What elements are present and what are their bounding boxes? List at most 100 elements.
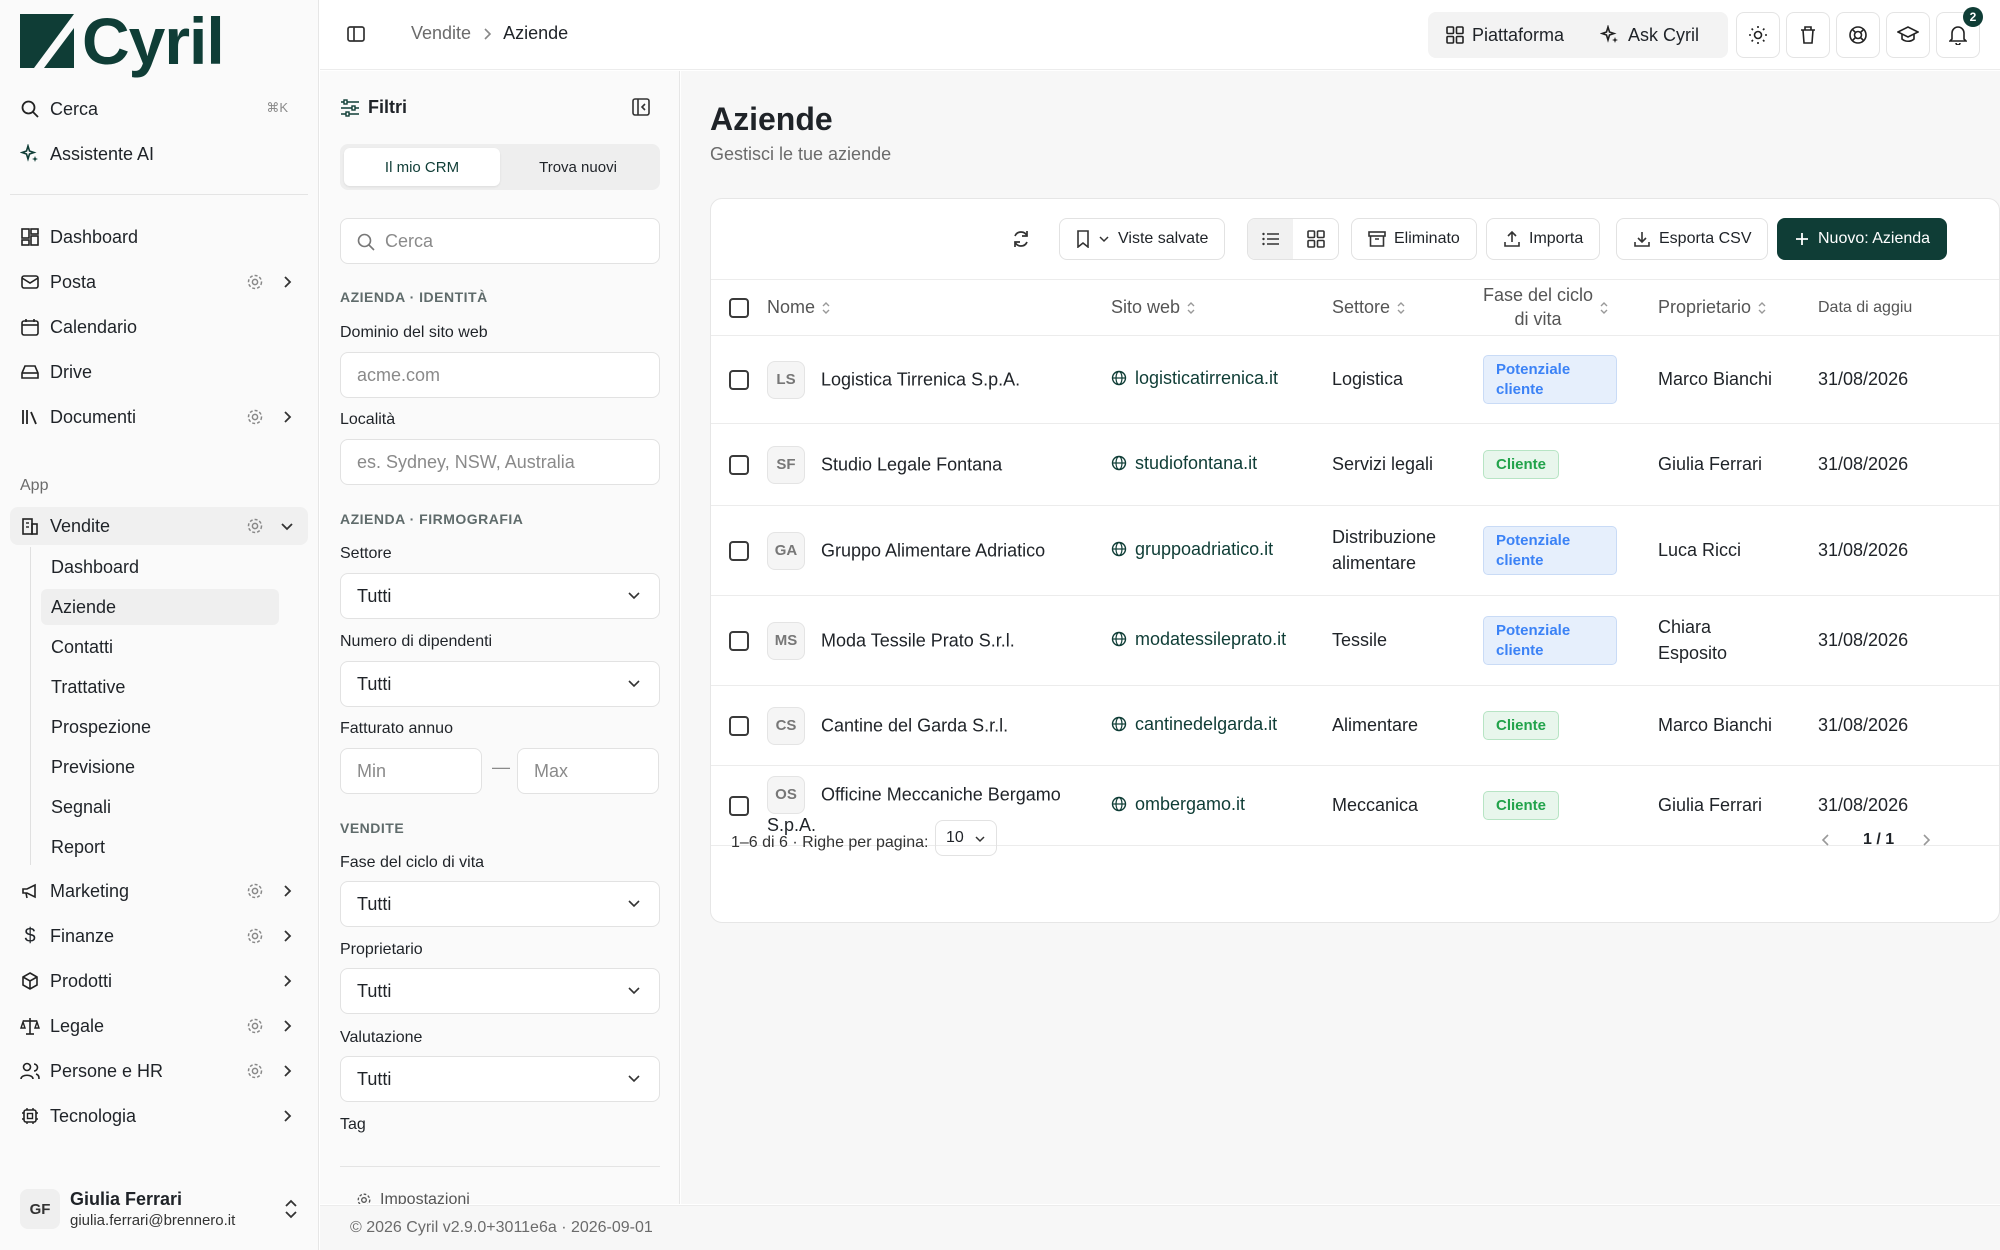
user-menu[interactable]: GF Giulia Ferrari giulia.ferrari@brenner… — [0, 1183, 319, 1243]
owner-select[interactable]: Tutti — [340, 968, 660, 1014]
sidebar-item-finance[interactable]: $ Finanze — [10, 917, 308, 955]
sidebar-item-sales[interactable]: Vendite — [10, 507, 308, 545]
sidebar-sub-dashboard[interactable]: Dashboard — [41, 549, 279, 585]
website-link[interactable]: gruppoadriatico.it — [1111, 539, 1273, 560]
employees-select[interactable]: Tutti — [340, 661, 660, 707]
breadcrumb-sales[interactable]: Vendite — [411, 23, 471, 44]
logo[interactable]: Cyril — [20, 8, 225, 74]
sidebar-sub-forecast[interactable]: Previsione — [41, 749, 279, 785]
row-checkbox[interactable] — [729, 630, 749, 651]
tab-find-new[interactable]: Trova nuovi — [500, 148, 656, 186]
sidebar-item-assistant[interactable]: Assistente AI — [10, 135, 308, 173]
sidebar-item-marketing[interactable]: Marketing — [10, 872, 308, 910]
sidebar-sub-prospecting[interactable]: Prospezione — [41, 709, 279, 745]
sidebar-sub-deals[interactable]: Trattative — [41, 669, 279, 705]
company-name-cell[interactable]: LS Logistica Tirrenica S.p.A. — [767, 335, 1111, 424]
company-name[interactable]: Logistica Tirrenica S.p.A. — [821, 369, 1020, 389]
rating-select[interactable]: Tutti — [340, 1056, 660, 1102]
select-all-checkbox[interactable] — [729, 297, 749, 318]
platform-button[interactable]: Piattaforma — [1428, 12, 1582, 58]
row-checkbox[interactable] — [729, 715, 749, 736]
refresh-icon[interactable] — [1011, 229, 1031, 249]
chevrons-up-down-icon[interactable] — [283, 1199, 299, 1219]
chevron-right-icon[interactable] — [278, 1017, 296, 1035]
company-name-cell[interactable]: MS Moda Tessile Prato S.r.l. — [767, 595, 1111, 686]
people-settings-gear-icon[interactable] — [246, 1062, 264, 1080]
sidebar-search[interactable]: Cerca ⌘K — [10, 90, 308, 128]
company-name[interactable]: Gruppo Alimentare Adriatico — [821, 540, 1045, 560]
sidebar-item-people[interactable]: Persone e HR — [10, 1052, 308, 1090]
finance-settings-gear-icon[interactable] — [246, 927, 264, 945]
column-header-name[interactable]: Nome — [767, 279, 1111, 336]
sidebar-sub-signals[interactable]: Segnali — [41, 789, 279, 825]
filter-settings-link[interactable]: Impostazioni — [356, 1191, 470, 1204]
sidebar-item-calendar[interactable]: Calendario — [10, 308, 308, 346]
sidebar-item-documents[interactable]: Documenti — [10, 398, 308, 436]
sidebar-item-mail[interactable]: Posta — [10, 263, 308, 301]
table-row[interactable]: MS Moda Tessile Prato S.r.l. modatessilepr… — [711, 595, 1999, 686]
legal-settings-gear-icon[interactable] — [246, 1017, 264, 1035]
column-header-lifecycle[interactable]: Fase del ciclo di vita — [1483, 279, 1658, 336]
revenue-max-input[interactable]: Max — [517, 748, 659, 794]
website-link[interactable]: modatessileprato.it — [1111, 629, 1286, 650]
tab-my-crm[interactable]: Il mio CRM — [344, 148, 500, 186]
company-name[interactable]: Cantine del Garda S.r.l. — [821, 715, 1008, 735]
table-row[interactable]: LS Logistica Tirrenica S.p.A. logisticatir… — [711, 335, 1999, 424]
new-company-button[interactable]: Nuovo: Azienda — [1777, 218, 1948, 260]
website-link[interactable]: cantinedelgarda.it — [1111, 714, 1277, 735]
trash-button[interactable] — [1786, 12, 1830, 58]
table-row[interactable]: SF Studio Legale Fontana studiofontana.it S… — [711, 423, 1999, 506]
chevron-right-icon[interactable] — [278, 273, 296, 291]
domain-input[interactable]: acme.com — [340, 352, 660, 398]
company-name-cell[interactable]: GA Gruppo Alimentare Adriatico — [767, 505, 1111, 596]
deleted-button[interactable]: Eliminato — [1351, 218, 1477, 260]
help-button[interactable] — [1836, 12, 1880, 58]
sidebar-sub-contacts[interactable]: Contatti — [41, 629, 279, 665]
sales-settings-gear-icon[interactable] — [246, 517, 264, 535]
mail-settings-gear-icon[interactable] — [246, 273, 264, 291]
row-checkbox[interactable] — [729, 540, 749, 561]
filter-search-input[interactable]: Cerca — [340, 218, 660, 264]
company-name[interactable]: Moda Tessile Prato S.r.l. — [821, 630, 1015, 650]
table-row[interactable]: GA Gruppo Alimentare Adriatico gruppoadria… — [711, 505, 1999, 596]
lifecycle-select[interactable]: Tutti — [340, 881, 660, 927]
import-button[interactable]: Importa — [1486, 218, 1601, 260]
company-name[interactable]: Studio Legale Fontana — [821, 454, 1002, 474]
chevron-right-icon[interactable] — [278, 1062, 296, 1080]
chevron-right-icon[interactable] — [278, 972, 296, 990]
academy-button[interactable] — [1886, 12, 1930, 58]
column-header-updated[interactable]: Data di aggiu — [1818, 279, 1999, 336]
chevron-right-icon[interactable] — [278, 882, 296, 900]
marketing-settings-gear-icon[interactable] — [246, 882, 264, 900]
sidebar-item-products[interactable]: Prodotti — [10, 962, 308, 1000]
list-view-button[interactable] — [1248, 219, 1293, 259]
next-page-icon[interactable] — [1919, 832, 1933, 848]
chevron-right-icon[interactable] — [278, 408, 296, 426]
company-name-cell[interactable]: CS Cantine del Garda S.r.l. — [767, 685, 1111, 766]
chevron-down-icon[interactable] — [278, 517, 296, 535]
export-csv-button[interactable]: Esporta CSV — [1616, 218, 1769, 260]
notifications-button[interactable]: 2 — [1936, 7, 1983, 58]
sidebar-item-dashboard[interactable]: Dashboard — [10, 218, 308, 256]
website-link[interactable]: studiofontana.it — [1111, 453, 1257, 474]
sidebar-item-drive[interactable]: Drive — [10, 353, 308, 391]
column-header-sector[interactable]: Settore — [1332, 279, 1483, 336]
revenue-min-input[interactable]: Min — [340, 748, 482, 794]
row-checkbox[interactable] — [729, 454, 749, 475]
sidebar-sub-reports[interactable]: Report — [41, 829, 279, 865]
ask-cyril-button[interactable]: Ask Cyril — [1582, 12, 1717, 58]
documents-settings-gear-icon[interactable] — [246, 408, 264, 426]
table-row[interactable]: CS Cantine del Garda S.r.l. cantinedelgard… — [711, 685, 1999, 766]
sidebar-toggle-icon[interactable] — [346, 24, 366, 44]
sidebar-item-tech[interactable]: Tecnologia — [10, 1097, 308, 1135]
prev-page-icon[interactable] — [1819, 832, 1833, 848]
chevron-right-icon[interactable] — [278, 1107, 296, 1125]
collapse-panel-icon[interactable] — [631, 97, 651, 117]
column-header-owner[interactable]: Proprietario — [1658, 279, 1818, 336]
sidebar-item-legal[interactable]: Legale — [10, 1007, 308, 1045]
location-input[interactable]: es. Sydney, NSW, Australia — [340, 439, 660, 485]
column-header-website[interactable]: Sito web — [1111, 279, 1332, 336]
sidebar-sub-companies[interactable]: Aziende — [41, 589, 279, 625]
grid-view-button[interactable] — [1293, 219, 1338, 259]
saved-views-button[interactable]: Viste salvate — [1059, 218, 1226, 260]
